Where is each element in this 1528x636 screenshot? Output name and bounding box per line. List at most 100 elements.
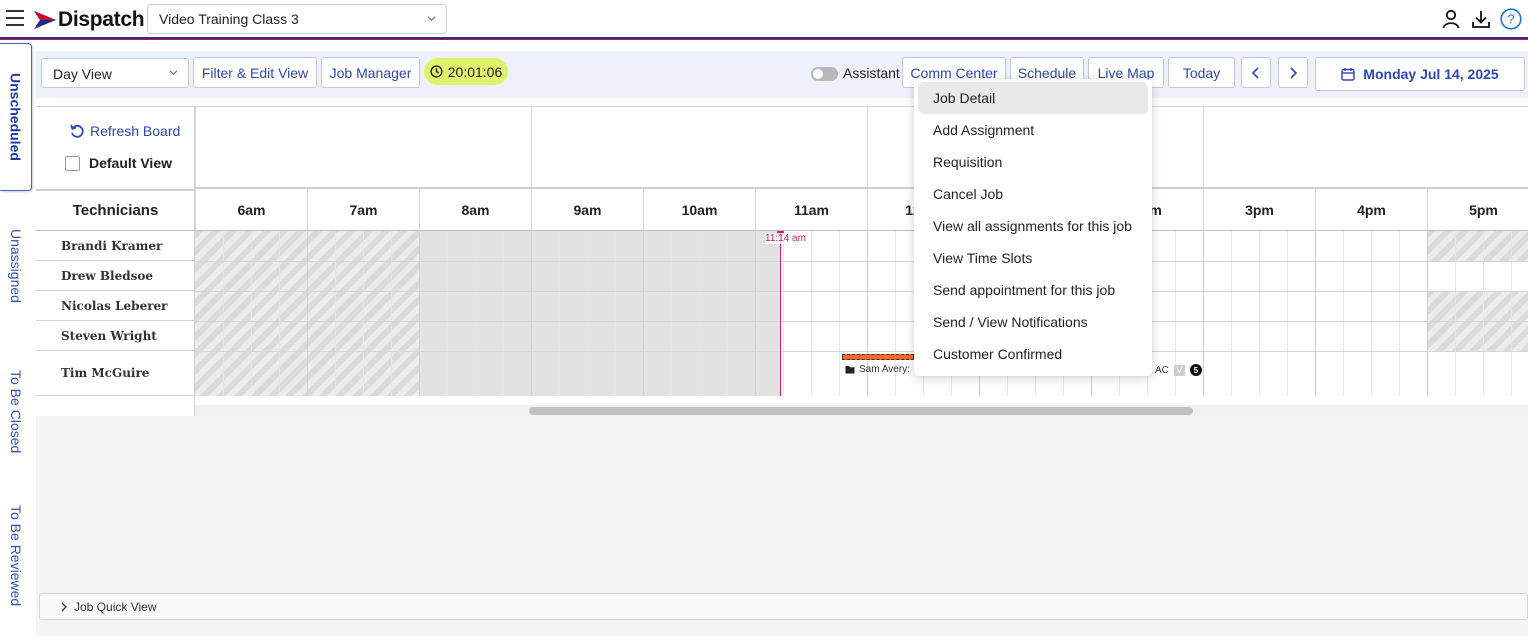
download-icon[interactable] [1470,8,1492,30]
menu-icon[interactable] [6,10,24,26]
grid-line [783,231,784,396]
job-quick-view-toggle[interactable]: Job Quick View [39,593,1528,620]
grid-line [755,231,756,396]
menu-item-view-all-assignments[interactable]: View all assignments for this job [918,210,1148,242]
default-view-checkbox[interactable] [65,155,80,171]
row-divider [195,261,1528,262]
technician-row[interactable]: Tim McGuire [36,351,195,396]
grid-line [699,231,700,396]
grid-line [727,231,728,396]
default-view-option[interactable]: Default View [65,155,172,171]
tab-unassigned[interactable]: Unassigned [0,213,32,319]
row-divider [195,351,1528,352]
grid-line [475,231,476,396]
hour-label: 8am [419,189,531,231]
technician-row[interactable]: Drew Bledsoe [36,261,195,291]
tab-unscheduled[interactable]: Unscheduled [0,43,32,191]
dispatch-board-value: Video Training Class 3 [159,11,299,27]
job-assignment-bar[interactable] [842,354,914,360]
grid-line [1371,231,1372,396]
chevron-down-icon [169,70,178,76]
job-count-badge: 5 [1189,364,1202,376]
grid-line [1343,231,1344,396]
app-logo: Dispatch [34,8,145,32]
schedule-grid[interactable]: 11:14 am Sam Avery: AC V 5 [195,231,1528,396]
refresh-icon [70,124,84,138]
grid-line [1231,231,1232,396]
menu-item-cancel-job[interactable]: Cancel Job [918,178,1148,210]
refresh-board-label: Refresh Board [90,123,181,139]
chevron-left-icon [1251,66,1259,79]
filter-edit-view-button[interactable]: Filter & Edit View [193,57,317,88]
grid-line [1427,231,1428,396]
grid-line [279,231,280,396]
assistant-toggle[interactable] [811,67,838,81]
today-button[interactable]: Today [1168,57,1235,88]
menu-item-view-time-slots[interactable]: View Time Slots [918,242,1148,274]
grid-line [363,231,364,396]
grid-line [503,231,504,396]
assistant-label: Assistant [843,65,900,81]
menu-item-send-appointment[interactable]: Send appointment for this job [918,274,1148,306]
default-view-label: Default View [89,155,172,171]
technicians-header: Technicians [36,189,195,231]
job-customer: Sam Avery: [859,364,910,375]
grid-line [1203,231,1204,396]
folder-icon [845,366,855,374]
timer-value: 20:01:06 [447,63,503,80]
technician-row[interactable]: Steven Wright [36,321,195,351]
grid-line [1455,231,1456,396]
chevron-down-icon [427,16,436,22]
grid-line [1287,231,1288,396]
grid-line [811,231,812,396]
date-picker-button[interactable]: Monday Jul 14, 2025 [1315,57,1525,91]
grid-line [223,231,224,396]
board-top-cells [195,107,1528,189]
hour-label: 10am [643,189,755,231]
view-select-value: Day View [53,66,112,82]
grid-line [1259,231,1260,396]
hour-label: 6am [195,189,307,231]
grid-line [335,231,336,396]
chevron-right-icon [61,602,67,611]
technician-row[interactable]: Brandi Kramer [36,231,195,261]
grid-line [587,231,588,396]
menu-item-job-detail[interactable]: Job Detail [918,82,1148,114]
job-manager-button[interactable]: Job Manager [321,57,420,88]
left-tab-rail: Unscheduled Unassigned To Be Closed To B… [0,41,34,636]
menu-item-requisition[interactable]: Requisition [918,146,1148,178]
grid-line [251,231,252,396]
svg-text:?: ? [1507,12,1514,27]
user-icon[interactable] [1440,8,1462,30]
app-header: Dispatch Video Training Class 3 ? [0,0,1528,40]
tab-to-be-closed[interactable]: To Be Closed [0,353,32,471]
job-tag: AC [1155,364,1169,376]
refresh-board-button[interactable]: Refresh Board [69,123,180,139]
view-select[interactable]: Day View [41,58,189,88]
hour-header: 6am 7am 8am 9am 10am 11am 12pm 1pm 2pm 3… [195,189,1528,231]
tab-to-be-reviewed[interactable]: To Be Reviewed [0,491,32,621]
grid-line [1483,231,1484,396]
menu-item-send-view-notifications[interactable]: Send / View Notifications [918,306,1148,338]
chevron-right-icon [1290,66,1298,79]
technician-row[interactable]: Nicolas Leberer [36,291,195,321]
current-time-label: 11:14 am [765,233,806,244]
unavailable-hatch [1427,231,1528,261]
job-assignment-label[interactable]: Sam Avery: [845,364,910,375]
job-v-badge: V [1173,364,1185,376]
previous-day-button[interactable] [1241,57,1271,88]
board-toolbar: Day View Filter & Edit View Job Manager … [36,51,1528,98]
next-day-button[interactable] [1278,57,1308,88]
job-quick-view-label: Job Quick View [74,599,157,614]
clock-icon [430,65,443,78]
grid-line [419,231,420,396]
grid-line [615,231,616,396]
hour-label: 3pm [1203,189,1315,231]
menu-item-add-assignment[interactable]: Add Assignment [918,114,1148,146]
help-icon[interactable]: ? [1500,8,1522,30]
scrollbar-thumb[interactable] [529,407,1193,415]
menu-item-customer-confirmed[interactable]: Customer Confirmed [918,338,1148,370]
job-tags: AC V 5 [1155,364,1202,376]
job-context-menu: Job Detail Add Assignment Requisition Ca… [914,79,1152,376]
dispatch-board-select[interactable]: Video Training Class 3 [147,4,447,34]
